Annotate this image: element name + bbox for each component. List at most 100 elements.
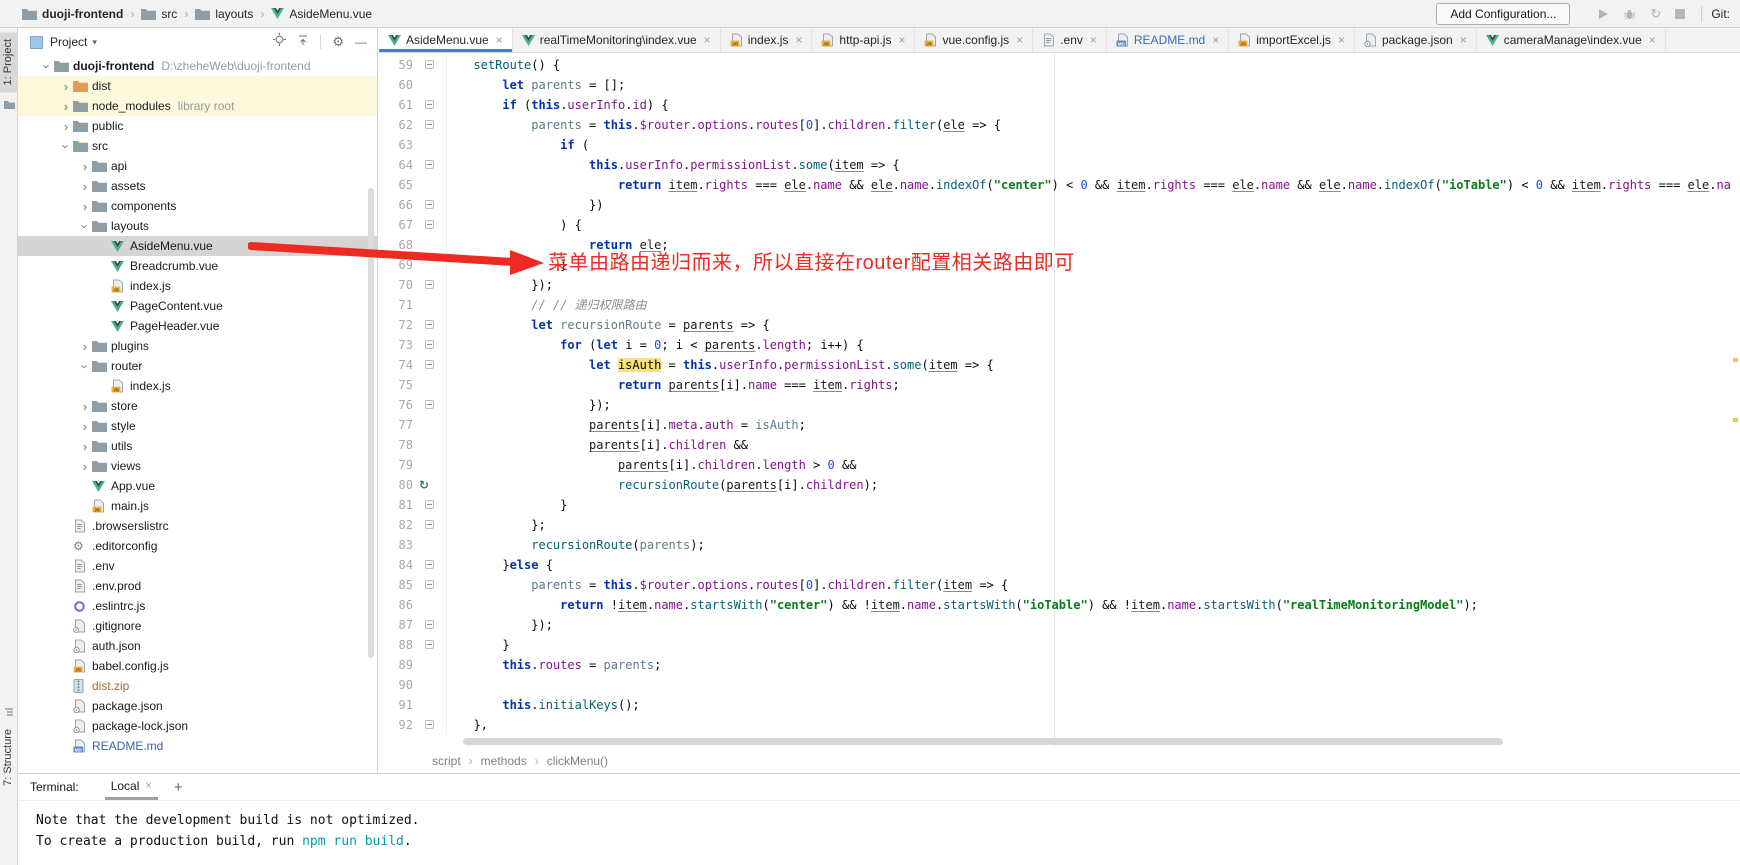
line-number[interactable]: 60 <box>379 75 413 95</box>
tree-item-layouts[interactable]: ›layouts <box>18 216 377 236</box>
tree-item-.env[interactable]: .env <box>18 556 377 576</box>
code-text[interactable]: } <box>447 635 510 655</box>
gutter[interactable] <box>413 295 447 315</box>
line-number[interactable]: 86 <box>379 595 413 615</box>
stop-icon[interactable] <box>1675 9 1685 19</box>
code-text[interactable]: if (this.userInfo.id) { <box>447 95 669 115</box>
chevron-collapsed-icon[interactable]: › <box>78 420 92 433</box>
line-number[interactable]: 63 <box>379 135 413 155</box>
chevron-expanded-icon[interactable]: › <box>79 219 92 233</box>
code-text[interactable]: if ( <box>447 135 589 155</box>
gutter[interactable]: ↻ <box>413 475 447 495</box>
code-editor[interactable]: 59 setRoute() {60 let parents = [];61 if… <box>379 53 1740 735</box>
error-stripe-mark[interactable] <box>1733 358 1738 362</box>
tree-item-App.vue[interactable]: App.vue <box>18 476 377 496</box>
close-icon[interactable]: × <box>1460 33 1467 47</box>
gutter[interactable] <box>413 555 447 575</box>
line-number[interactable]: 65 <box>379 175 413 195</box>
fold-marker-icon[interactable] <box>425 400 434 409</box>
tree-item-README.md[interactable]: MDREADME.md <box>18 736 377 756</box>
tree-item-.env.prod[interactable]: .env.prod <box>18 576 377 596</box>
terminal-tab-local[interactable]: Local × <box>105 774 158 800</box>
gutter[interactable] <box>413 595 447 615</box>
line-number[interactable]: 90 <box>379 675 413 695</box>
new-terminal-button[interactable]: + <box>174 774 183 800</box>
tree-item-style[interactable]: ›style <box>18 416 377 436</box>
gutter[interactable] <box>413 315 447 335</box>
line-number[interactable]: 75 <box>379 375 413 395</box>
fold-marker-icon[interactable] <box>425 100 434 109</box>
gutter[interactable] <box>413 695 447 715</box>
fold-marker-icon[interactable] <box>425 60 434 69</box>
tree-item-store[interactable]: ›store <box>18 396 377 416</box>
gutter[interactable] <box>413 175 447 195</box>
chevron-collapsed-icon[interactable]: › <box>59 120 73 133</box>
line-number[interactable]: 62 <box>379 115 413 135</box>
gutter[interactable] <box>413 95 447 115</box>
tree-item-assets[interactable]: ›assets <box>18 176 377 196</box>
code-text[interactable]: }); <box>447 275 553 295</box>
debug-icon[interactable] <box>1623 8 1636 20</box>
play-icon[interactable] <box>1597 8 1609 20</box>
hide-panel-icon[interactable]: — <box>355 35 367 49</box>
gutter[interactable] <box>413 115 447 135</box>
editor-tab-importExcel.js[interactable]: JSimportExcel.js× <box>1229 28 1355 52</box>
line-number[interactable]: 72 <box>379 315 413 335</box>
gutter[interactable] <box>413 635 447 655</box>
line-number[interactable]: 77 <box>379 415 413 435</box>
fold-marker-icon[interactable] <box>425 620 434 629</box>
code-text[interactable]: let parents = []; <box>447 75 625 95</box>
tree-item-dist[interactable]: ›dist <box>18 76 377 96</box>
fold-marker-icon[interactable] <box>425 520 434 529</box>
line-number[interactable]: 61 <box>379 95 413 115</box>
fold-marker-icon[interactable] <box>425 160 434 169</box>
line-number[interactable]: 69 <box>379 255 413 275</box>
project-scope-icon[interactable] <box>30 36 43 49</box>
gutter[interactable] <box>413 75 447 95</box>
code-text[interactable]: return ele; <box>447 235 669 255</box>
line-number[interactable]: 76 <box>379 395 413 415</box>
line-number[interactable]: 82 <box>379 515 413 535</box>
line-number[interactable]: 74 <box>379 355 413 375</box>
code-text[interactable]: setRoute() { <box>447 55 560 75</box>
chevron-collapsed-icon[interactable]: › <box>78 180 92 193</box>
editor-tab-AsideMenu.vue[interactable]: AsideMenu.vue× <box>379 28 513 52</box>
gutter[interactable] <box>413 455 447 475</box>
code-text[interactable]: this.userInfo.permissionList.some(item =… <box>447 155 900 175</box>
line-number[interactable]: 70 <box>379 275 413 295</box>
gutter[interactable] <box>413 155 447 175</box>
code-text[interactable]: return !item.name.startsWith("center") &… <box>447 595 1478 615</box>
gutter[interactable] <box>413 55 447 75</box>
gutter[interactable] <box>413 495 447 515</box>
close-icon[interactable]: × <box>1649 33 1656 47</box>
close-icon[interactable]: × <box>1212 33 1219 47</box>
fold-marker-icon[interactable] <box>425 500 434 509</box>
tree-item-api[interactable]: ›api <box>18 156 377 176</box>
project-scrollbar[interactable] <box>368 188 374 658</box>
tree-item-babel.config.js[interactable]: JSbabel.config.js <box>18 656 377 676</box>
code-text[interactable]: parents[i].children.length > 0 && <box>447 455 856 475</box>
code-text[interactable]: recursionRoute(parents); <box>447 535 705 555</box>
add-configuration-button[interactable]: Add Configuration... <box>1436 3 1570 25</box>
tree-item-src[interactable]: ›src <box>18 136 377 156</box>
chevron-collapsed-icon[interactable]: › <box>59 100 73 113</box>
fold-marker-icon[interactable] <box>425 640 434 649</box>
tree-item-plugins[interactable]: ›plugins <box>18 336 377 356</box>
tree-item-node_modules[interactable]: ›node_moduleslibrary root <box>18 96 377 116</box>
line-number[interactable]: 92 <box>379 715 413 735</box>
breadcrumb-script[interactable]: script <box>432 754 461 768</box>
tree-item-index.js[interactable]: JSindex.js <box>18 376 377 396</box>
chevron-expanded-icon[interactable]: › <box>79 359 92 373</box>
editor-tab-README.md[interactable]: MDREADME.md× <box>1107 28 1229 52</box>
gutter[interactable] <box>413 535 447 555</box>
breadcrumb-item-AsideMenu.vue[interactable]: AsideMenu.vue <box>271 7 372 21</box>
fold-marker-icon[interactable] <box>425 220 434 229</box>
code-text[interactable]: }); <box>447 615 553 635</box>
gutter[interactable] <box>413 195 447 215</box>
close-icon[interactable]: × <box>795 33 802 47</box>
line-number[interactable]: 88 <box>379 635 413 655</box>
tree-item-AsideMenu.vue[interactable]: AsideMenu.vue <box>18 236 377 256</box>
line-number[interactable]: 79 <box>379 455 413 475</box>
chevron-collapsed-icon[interactable]: › <box>78 340 92 353</box>
gutter[interactable] <box>413 275 447 295</box>
